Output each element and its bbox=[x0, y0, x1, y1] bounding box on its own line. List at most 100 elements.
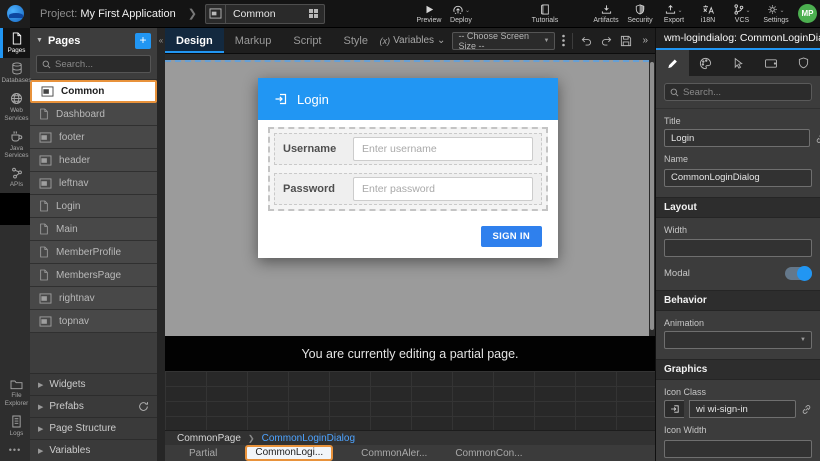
tab-style[interactable]: Style bbox=[333, 28, 379, 53]
page-selector-value: Common bbox=[226, 8, 304, 20]
tab-common-alert-dialog[interactable]: CommonAler... bbox=[361, 448, 427, 459]
rail-item-databases[interactable]: Databases bbox=[0, 58, 30, 88]
page-item-topnav[interactable]: topnav bbox=[30, 310, 157, 333]
page-item-dashboard[interactable]: Dashboard bbox=[30, 103, 157, 126]
tab-partial[interactable]: Partial bbox=[189, 448, 217, 459]
security-button[interactable]: Security bbox=[624, 0, 656, 28]
page-item-memberspage[interactable]: MembersPage bbox=[30, 264, 157, 287]
rail-item-file-explorer[interactable]: File Explorer bbox=[0, 375, 30, 410]
tab-events[interactable] bbox=[722, 50, 755, 76]
export-button[interactable]: ⌄ Export bbox=[658, 0, 690, 28]
page-item-memberprofile[interactable]: MemberProfile bbox=[30, 241, 157, 264]
rail-item-pages[interactable]: Pages bbox=[0, 28, 30, 58]
partial-icon bbox=[206, 5, 226, 23]
page-item-header[interactable]: header bbox=[30, 149, 157, 172]
tab-script[interactable]: Script bbox=[282, 28, 332, 53]
pages-panel: ▼ Pages + Common Dashboard footer hea bbox=[30, 28, 157, 461]
deploy-button[interactable]: ⌄ Deploy bbox=[445, 0, 477, 28]
collapse-panel-icon[interactable]: « bbox=[157, 28, 165, 45]
name-field-input[interactable] bbox=[664, 169, 812, 187]
pages-list: Common Dashboard footer header leftnav L… bbox=[30, 79, 157, 373]
user-avatar[interactable]: MP bbox=[798, 4, 817, 23]
page-item-rightnav[interactable]: rightnav bbox=[30, 287, 157, 310]
bind-link-icon[interactable] bbox=[801, 404, 812, 415]
wavemaker-studio: Project: My First Application ❯ Common P… bbox=[0, 0, 820, 461]
username-row[interactable]: Username bbox=[274, 133, 542, 165]
app-logo[interactable] bbox=[0, 0, 30, 28]
grid-view-icon[interactable] bbox=[304, 8, 324, 19]
tutorials-button[interactable]: Tutorials bbox=[529, 0, 561, 28]
section-variables[interactable]: ▶ Variables bbox=[30, 439, 157, 461]
section-label: Prefabs bbox=[49, 401, 83, 412]
icon-width-input[interactable] bbox=[664, 440, 812, 458]
password-input[interactable] bbox=[353, 177, 533, 201]
vcs-button[interactable]: ⌄ VCS bbox=[726, 0, 758, 28]
preview-button[interactable]: Preview bbox=[413, 0, 445, 28]
sign-in-button[interactable]: SIGN IN bbox=[481, 226, 542, 247]
modal-toggle[interactable] bbox=[785, 267, 812, 280]
section-prefabs[interactable]: ▶ Prefabs bbox=[30, 395, 157, 417]
animation-field-label: Animation bbox=[664, 318, 812, 328]
api-connector-icon bbox=[11, 167, 23, 179]
page-item-footer[interactable]: footer bbox=[30, 126, 157, 149]
tab-common-login-dialog[interactable]: CommonLogi... bbox=[245, 445, 333, 461]
pages-search-input[interactable] bbox=[55, 59, 145, 70]
properties-search-box[interactable] bbox=[664, 83, 812, 101]
section-page-structure[interactable]: ▶ Page Structure bbox=[30, 417, 157, 439]
tab-properties[interactable] bbox=[656, 50, 689, 76]
add-page-button[interactable]: + bbox=[135, 33, 151, 49]
page-item-label: Login bbox=[56, 201, 80, 212]
rail-item-apis[interactable]: APIs bbox=[0, 163, 30, 192]
book-icon bbox=[540, 4, 550, 15]
page-item-leftnav[interactable]: leftnav bbox=[30, 172, 157, 195]
canvas-surface[interactable]: Login Username Password SIGN IN bbox=[165, 60, 649, 336]
password-row[interactable]: Password bbox=[274, 173, 542, 205]
refresh-icon[interactable] bbox=[138, 401, 149, 412]
undo-icon[interactable] bbox=[580, 35, 593, 46]
pages-search-box[interactable] bbox=[36, 55, 151, 73]
dialog-header[interactable]: Login bbox=[258, 78, 558, 120]
rail-item-java-services[interactable]: Java Services bbox=[0, 126, 30, 163]
artifacts-button[interactable]: Artifacts bbox=[590, 0, 622, 28]
tab-styles[interactable] bbox=[689, 50, 722, 76]
page-item-login[interactable]: Login bbox=[30, 195, 157, 218]
icon-class-input[interactable] bbox=[689, 400, 796, 418]
page-item-common[interactable]: Common bbox=[30, 80, 157, 103]
password-label: Password bbox=[283, 183, 345, 195]
caret-down-icon[interactable]: ▼ bbox=[36, 37, 43, 44]
i18n-button[interactable]: i18N bbox=[692, 0, 724, 28]
settings-button[interactable]: ⌄ Settings bbox=[760, 0, 792, 28]
rail-item-logs[interactable]: Logs bbox=[0, 411, 30, 441]
page-selector-dropdown[interactable]: Common bbox=[205, 4, 325, 24]
variables-dropdown[interactable]: (x) Variables ⌄ bbox=[380, 35, 446, 46]
animation-select[interactable]: ▼ bbox=[664, 331, 812, 349]
redo-icon[interactable] bbox=[600, 35, 613, 46]
rail-label: Logs bbox=[10, 430, 24, 437]
tab-markup[interactable]: Markup bbox=[224, 28, 283, 53]
canvas-scrollbar[interactable] bbox=[650, 62, 654, 330]
breadcrumb-current[interactable]: CommonLoginDialog bbox=[262, 433, 355, 444]
tab-security[interactable] bbox=[787, 50, 820, 76]
more-options-icon[interactable]: ••• bbox=[0, 441, 30, 461]
tab-common-confirm-dialog[interactable]: CommonCon... bbox=[455, 448, 522, 459]
properties-search-input[interactable] bbox=[683, 87, 806, 98]
rail-item-web-services[interactable]: Web Services bbox=[0, 88, 30, 125]
title-field-input[interactable] bbox=[664, 129, 810, 147]
expand-panel-icon[interactable]: » bbox=[639, 35, 651, 46]
page-item-main[interactable]: Main bbox=[30, 218, 157, 241]
username-label: Username bbox=[283, 143, 345, 155]
form-container[interactable]: Username Password bbox=[268, 127, 548, 211]
username-input[interactable] bbox=[353, 137, 533, 161]
rail-label: File Explorer bbox=[3, 392, 30, 406]
tab-design[interactable]: Design bbox=[165, 28, 224, 53]
bind-link-icon[interactable] bbox=[815, 133, 820, 144]
tab-device[interactable] bbox=[754, 50, 787, 76]
kebab-menu-icon[interactable] bbox=[562, 34, 565, 47]
screen-size-value: -- Choose Screen Size -- bbox=[458, 31, 543, 51]
section-widgets[interactable]: ▶ Widgets bbox=[30, 373, 157, 395]
save-icon[interactable] bbox=[620, 35, 632, 47]
login-dialog[interactable]: Login Username Password SIGN IN bbox=[258, 78, 558, 258]
width-field-input[interactable] bbox=[664, 239, 812, 257]
screen-size-select[interactable]: -- Choose Screen Size -- ▼ bbox=[452, 32, 555, 50]
breadcrumb-parent[interactable]: CommonPage bbox=[177, 433, 241, 444]
